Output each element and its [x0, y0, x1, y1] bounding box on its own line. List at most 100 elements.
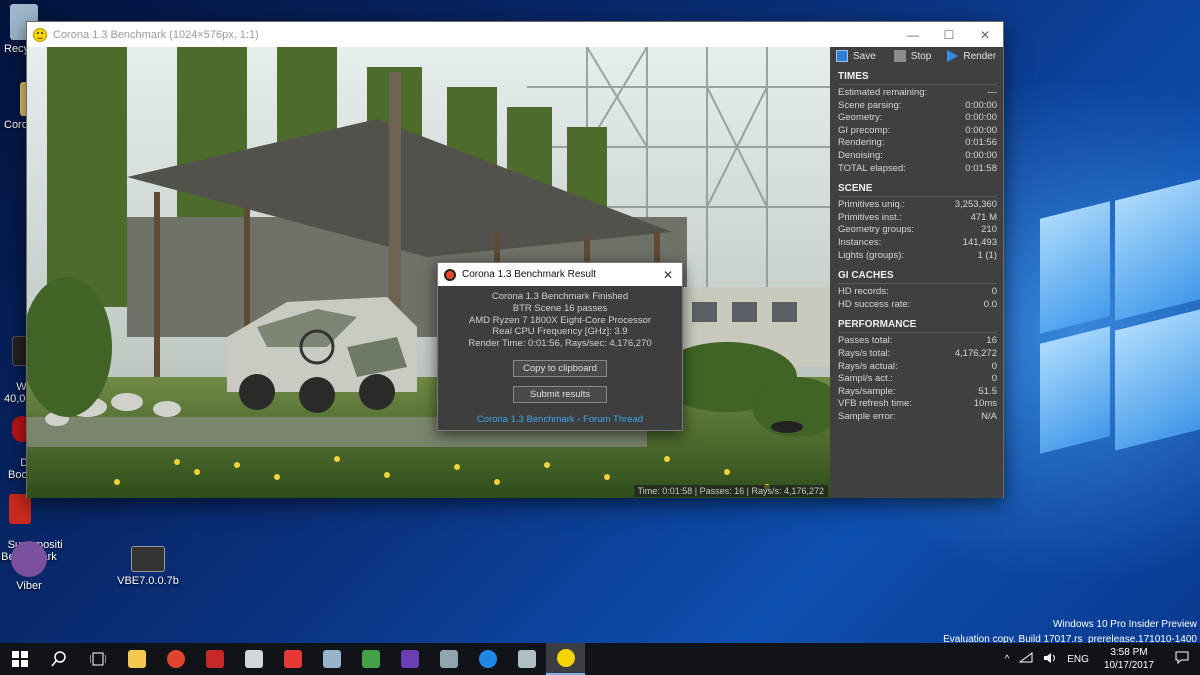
taskbar-app-steam[interactable] — [312, 643, 351, 675]
stat-value: 0:00:00 — [965, 149, 997, 161]
windows-logo-graphic — [1010, 170, 1200, 500]
dialog-body: Corona 1.3 Benchmark Finished BTR Scene … — [438, 286, 682, 426]
scene-section: Primitives uniq.: 3,253,360 Primitives ins… — [838, 199, 997, 262]
desktop-icon-vbe7[interactable]: VBE7.0.0.7b — [108, 546, 188, 587]
taskbar-app-file-explorer[interactable] — [117, 643, 156, 675]
app-purple-icon — [400, 650, 419, 668]
close-button[interactable]: ✕ — [967, 22, 1003, 47]
stat-row: Lights (groups): 1 (1) — [838, 250, 997, 263]
result-line-cpu: AMD Ryzen 7 1800X Eight-Core Processor — [468, 314, 652, 326]
stat-row: VFB refresh time: 10ms — [838, 398, 997, 411]
stat-row: Scene parsing: 0:00:00 — [838, 100, 997, 113]
clock-time: 3:58 PM — [1110, 647, 1148, 658]
search-button[interactable] — [39, 643, 78, 675]
floppy-disk-icon — [836, 50, 848, 62]
app-popcorn-icon — [283, 650, 302, 668]
stat-label: Passes total: — [838, 335, 893, 347]
taskbar-app-app-window[interactable] — [507, 643, 546, 675]
steam-icon — [322, 650, 341, 668]
stat-label: GI precomp: — [838, 124, 891, 136]
forum-thread-link[interactable]: Corona 1.3 Benchmark - Forum Thread — [438, 414, 682, 426]
taskbar-app-corona[interactable] — [546, 643, 585, 675]
dialog-close-button[interactable]: ✕ — [654, 268, 682, 282]
taskbar-app-app-green[interactable] — [351, 643, 390, 675]
network-icon[interactable] — [1014, 651, 1038, 667]
viber-icon — [11, 541, 47, 577]
stat-label: Rendering: — [838, 137, 885, 149]
stat-value: 3,253,360 — [954, 199, 997, 211]
stat-label: Instances: — [838, 236, 882, 248]
stat-row: Denoising: 0:00:00 — [838, 150, 997, 163]
minimize-button[interactable]: — — [895, 22, 931, 47]
taskbar-app-app-sphere[interactable] — [468, 643, 507, 675]
stat-value: 10ms — [973, 398, 997, 410]
stat-value: 141,493 — [962, 236, 997, 248]
volume-icon[interactable] — [1038, 652, 1062, 667]
stat-value: 0:01:58 — [965, 162, 997, 174]
task-view-icon — [89, 652, 106, 666]
stat-row: Primitives inst.: 471 M — [838, 212, 997, 225]
stat-value: 0 — [991, 373, 997, 385]
result-line-scene: BTR Scene 16 passes — [512, 302, 608, 314]
stat-label: Lights (groups): — [838, 249, 905, 261]
language-indicator[interactable]: ENG — [1062, 654, 1094, 665]
stat-label: Denoising: — [838, 149, 883, 161]
stats-panel: Save Stop Render TIMES Estimated remaini… — [830, 47, 1003, 498]
chrome-icon — [166, 650, 185, 668]
benchmark-result-dialog[interactable]: Corona 1.3 Benchmark Result ✕ Corona 1.3… — [437, 262, 683, 431]
stat-row: Rays/s actual: 0 — [838, 361, 997, 374]
gi-caches-section-title: GI CACHES — [838, 270, 997, 285]
action-center-icon[interactable] — [1164, 651, 1200, 667]
stat-label: Rays/s total: — [838, 347, 891, 359]
stat-row: Geometry groups: 210 — [838, 224, 997, 237]
dialog-title-bar[interactable]: Corona 1.3 Benchmark Result ✕ — [438, 263, 682, 286]
stat-label: Rays/sample: — [838, 385, 896, 397]
vfb-title-bar[interactable]: Corona 1.3 Benchmark (1024×576px, 1:1) —… — [27, 22, 1003, 47]
stat-row: Rendering: 0:01:56 — [838, 137, 997, 150]
render-button[interactable]: Render — [943, 50, 1000, 62]
corona-logo-icon — [444, 268, 456, 281]
stat-label: Sampl/s act.: — [838, 373, 893, 385]
maximize-button[interactable]: ☐ — [931, 22, 967, 47]
tray-overflow-chevron[interactable]: ^ — [1000, 654, 1015, 665]
clock[interactable]: 3:58 PM 10/17/2017 — [1094, 646, 1164, 672]
stat-label: Geometry groups: — [838, 224, 915, 236]
stat-row: HD records: 0 — [838, 286, 997, 299]
windows-watermark: Windows 10 Pro Insider Preview Evaluatio… — [943, 619, 1197, 643]
taskbar-app-app-monitor[interactable] — [429, 643, 468, 675]
app-tools-icon — [244, 650, 263, 668]
task-view-button[interactable] — [78, 643, 117, 675]
save-button[interactable]: Save — [832, 50, 880, 62]
desktop-icon-viber[interactable]: Viber — [0, 541, 63, 592]
stat-label: Estimated remaining: — [838, 87, 928, 98]
stat-value: 0:00:00 — [965, 112, 997, 124]
stat-label: HD records: — [838, 286, 889, 298]
windows-start-icon — [11, 651, 28, 667]
taskbar: ^ ENG 3:58 PM 10/17/2017 — [0, 643, 1200, 675]
stop-button[interactable]: Stop — [890, 50, 936, 62]
render-image: Time: 0:01:58 | Passes: 16 | Rays/s: 4,1… — [27, 47, 830, 498]
start-button[interactable] — [0, 643, 39, 675]
taskbar-app-app-popcorn[interactable] — [273, 643, 312, 675]
stat-row: HD success rate: 0.0 — [838, 299, 997, 312]
pinned-apps — [117, 643, 585, 675]
render-status-bar: Time: 0:01:58 | Passes: 16 | Rays/s: 4,1… — [633, 485, 828, 497]
stat-value: 0:00:00 — [965, 124, 997, 136]
taskbar-app-app-red[interactable] — [195, 643, 234, 675]
result-line-finished: Corona 1.3 Benchmark Finished — [491, 291, 629, 302]
stat-row: Sample error: N/A — [838, 411, 997, 424]
stat-label: Geometry: — [838, 112, 883, 124]
taskbar-app-app-purple[interactable] — [390, 643, 429, 675]
taskbar-app-app-tools[interactable] — [234, 643, 273, 675]
stat-row: Rays/sample: 51.5 — [838, 386, 997, 399]
app-sphere-icon — [478, 650, 497, 668]
taskbar-app-chrome[interactable] — [156, 643, 195, 675]
vfb-toolbar: Save Stop Render — [832, 47, 997, 65]
submit-results-button[interactable]: Submit results — [513, 385, 607, 403]
stat-label: VFB refresh time: — [838, 398, 912, 410]
performance-section-title: PERFORMANCE — [838, 319, 997, 334]
stop-icon — [893, 50, 906, 62]
stat-row: GI precomp: 0:00:00 — [838, 125, 997, 138]
copy-to-clipboard-button[interactable]: Copy to clipboard — [513, 359, 607, 377]
stat-value: 0:01:56 — [965, 137, 997, 149]
